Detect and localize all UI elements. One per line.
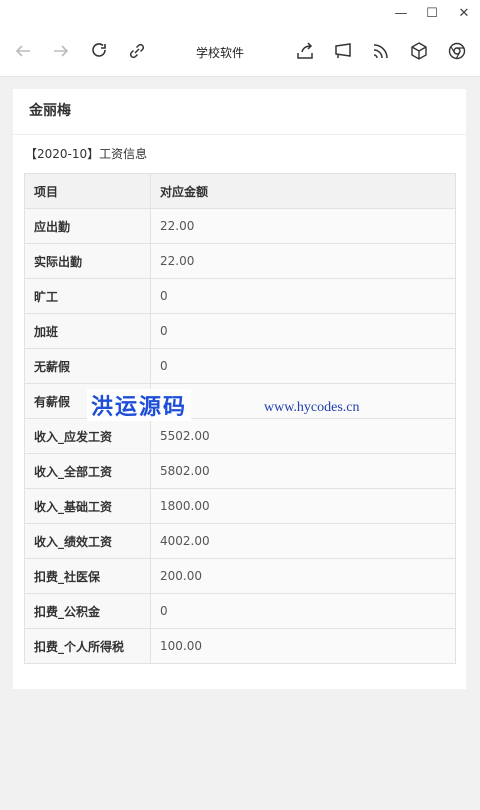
row-value: 200.00 xyxy=(150,558,456,594)
row-label: 扣费_个人所得税 xyxy=(24,628,151,664)
row-label: 收入_基础工资 xyxy=(24,488,151,524)
browser-toolbar: 学校软件 xyxy=(0,26,480,77)
row-value: 100.00 xyxy=(150,628,456,664)
table-row: 扣费_个人所得税 100.00 xyxy=(24,628,456,664)
row-label: 收入_应发工资 xyxy=(24,418,151,454)
table-row: 应出勤 22.00 xyxy=(24,208,456,244)
row-label: 收入_绩效工资 xyxy=(24,523,151,559)
employee-name: 金丽梅 xyxy=(13,89,466,135)
maximize-button[interactable]: ☐ xyxy=(422,4,442,22)
row-value: 0 xyxy=(150,593,456,629)
column-header: 项目 xyxy=(24,173,151,209)
table-row: 实际出勤 22.00 xyxy=(24,243,456,279)
minimize-button[interactable]: — xyxy=(391,4,411,22)
table-row: 扣费_社医保 200.00 xyxy=(24,558,456,594)
row-label: 扣费_公积金 xyxy=(24,593,151,629)
row-value: 1800.00 xyxy=(150,488,456,524)
row-label: 应出勤 xyxy=(24,208,151,244)
table-row: 收入_基础工资 1800.00 xyxy=(24,488,456,524)
row-value: 0 xyxy=(150,313,456,349)
refresh-icon[interactable] xyxy=(88,40,110,62)
watermark-url: www.hycodes.cn xyxy=(264,400,360,415)
chrome-icon[interactable] xyxy=(446,40,468,62)
cube-icon[interactable] xyxy=(408,40,430,62)
row-value: 22.00 xyxy=(150,243,456,279)
table-row: 收入_全部工资 5802.00 xyxy=(24,453,456,489)
forward-icon[interactable] xyxy=(50,40,72,62)
page-title: 学校软件 xyxy=(195,46,244,60)
share-icon[interactable] xyxy=(294,40,316,62)
row-label: 旷工 xyxy=(24,278,151,314)
row-label: 收入_全部工资 xyxy=(24,453,151,489)
salary-card: 金丽梅 【2020-10】工资信息 项目 对应金额 应出勤 22.00 实际出勤 22… xyxy=(13,89,466,689)
salary-period-title: 【2020-10】工资信息 xyxy=(25,147,148,161)
row-value: 0 xyxy=(150,278,456,314)
row-value: 5802.00 xyxy=(150,453,456,489)
row-value: 0 xyxy=(150,348,456,384)
row-value: 5502.00 xyxy=(150,418,456,454)
table-row: 收入_应发工资 5502.00 xyxy=(24,418,456,454)
table-row: 无薪假 0 xyxy=(24,348,456,384)
close-button[interactable]: ✕ xyxy=(454,4,474,22)
table-row: 扣费_公积金 0 xyxy=(24,593,456,629)
row-label: 加班 xyxy=(24,313,151,349)
table-row: 收入_绩效工资 4002.00 xyxy=(24,523,456,559)
row-label: 实际出勤 xyxy=(24,243,151,279)
rss-icon[interactable] xyxy=(370,40,392,62)
table-row: 加班 0 xyxy=(24,313,456,349)
link-icon[interactable] xyxy=(126,40,148,62)
row-value: 4002.00 xyxy=(150,523,456,559)
row-value: 22.00 xyxy=(150,208,456,244)
watermark-text: 洪运源码 xyxy=(87,389,192,421)
row-label: 扣费_社医保 xyxy=(24,558,151,594)
title-bar: — ☐ ✕ xyxy=(0,0,480,26)
column-header: 对应金额 xyxy=(150,173,456,209)
back-icon[interactable] xyxy=(12,40,34,62)
table-header-row: 项目 对应金额 xyxy=(24,173,456,209)
table-row: 旷工 0 xyxy=(24,278,456,314)
message-icon[interactable] xyxy=(332,40,354,62)
row-label: 无薪假 xyxy=(24,348,151,384)
